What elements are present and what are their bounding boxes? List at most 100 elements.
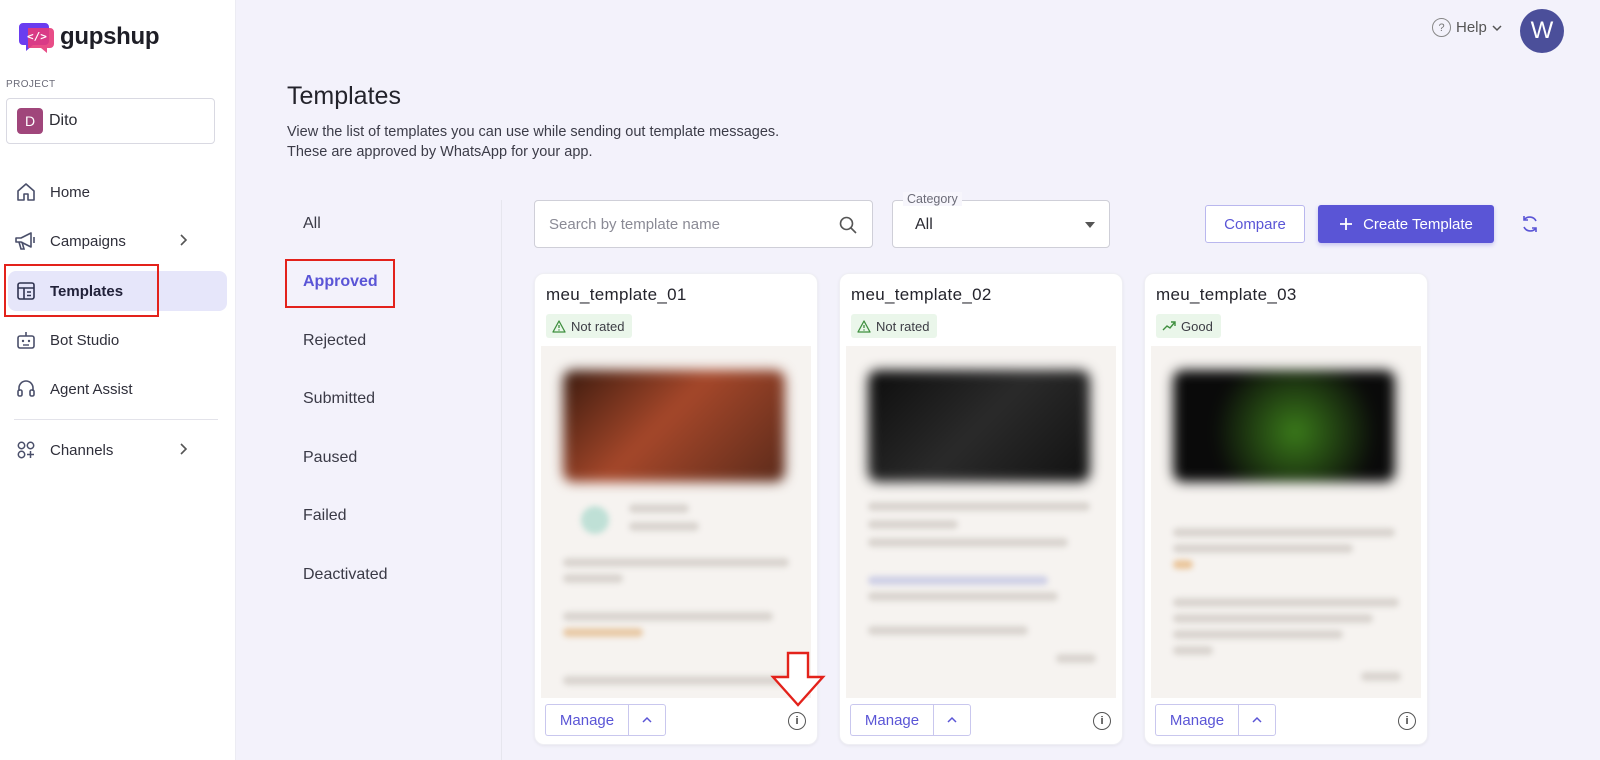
project-selector[interactable]: D Dito	[6, 98, 215, 144]
help-icon: ?	[1432, 18, 1451, 37]
preview-line	[1361, 672, 1401, 681]
preview-line	[1173, 598, 1399, 607]
preview-line	[868, 502, 1090, 511]
template-preview	[541, 346, 811, 698]
info-icon[interactable]: i	[1398, 712, 1416, 730]
annotation-highlight-templates	[4, 264, 159, 317]
template-name: meu_template_03	[1156, 285, 1297, 304]
preview-line	[563, 574, 623, 583]
template-preview	[1151, 346, 1421, 698]
user-avatar[interactable]: W	[1520, 9, 1564, 53]
template-preview	[846, 346, 1116, 698]
nav-item-home[interactable]: Home	[8, 172, 227, 212]
template-card[interactable]: meu_template_03 Good Manage i	[1144, 273, 1428, 745]
page-description: View the list of templates you can use w…	[287, 122, 779, 162]
category-select[interactable]: Category All	[892, 192, 1110, 248]
quality-rating-label: Good	[1181, 318, 1213, 334]
chevron-down-icon	[1492, 24, 1502, 31]
plus-icon	[1340, 218, 1353, 230]
status-tab-all[interactable]: All	[303, 215, 321, 233]
template-card[interactable]: meu_template_02 Not rated Manage i	[839, 273, 1123, 745]
create-template-button[interactable]: Create Template	[1318, 205, 1494, 243]
svg-text:</>: </>	[27, 30, 47, 43]
chevron-up-icon	[642, 716, 652, 723]
expand-button[interactable]	[1238, 704, 1276, 736]
preview-line	[1173, 528, 1395, 537]
preview-line	[563, 558, 789, 567]
search-input[interactable]	[549, 215, 829, 233]
project-label: PROJECT	[6, 79, 56, 90]
manage-button[interactable]: Manage	[545, 704, 628, 736]
preview-line	[563, 676, 793, 685]
home-icon	[14, 180, 38, 204]
sidebar: </> gupshup PROJECT D Dito Home Campaign…	[0, 0, 236, 760]
status-tab-failed[interactable]: Failed	[303, 507, 347, 525]
refresh-icon[interactable]	[1520, 214, 1540, 234]
nav-label-home: Home	[50, 183, 91, 201]
nav-item-channels[interactable]: Channels	[8, 430, 227, 470]
megaphone-icon	[14, 229, 38, 253]
nav-label-agent-assist: Agent Assist	[50, 380, 133, 398]
preview-line	[1173, 646, 1213, 655]
info-icon[interactable]: i	[1093, 712, 1111, 730]
expand-button[interactable]	[933, 704, 971, 736]
preview-line	[1173, 614, 1373, 623]
quality-rating-label: Not rated	[876, 318, 930, 334]
chevron-right-icon	[180, 443, 188, 455]
compare-button[interactable]: Compare	[1205, 205, 1305, 243]
chevron-right-icon	[180, 234, 188, 246]
annotation-arrow-down-icon	[770, 651, 826, 707]
preview-avatar	[581, 506, 609, 534]
annotation-highlight-approved	[285, 259, 395, 308]
channels-icon	[14, 438, 38, 462]
headset-icon	[14, 377, 38, 401]
nav-item-campaigns[interactable]: Campaigns	[8, 221, 227, 261]
nav-label-campaigns: Campaigns	[50, 232, 126, 250]
info-icon[interactable]: i	[788, 712, 806, 730]
template-name: meu_template_01	[546, 285, 687, 304]
nav-item-bot-studio[interactable]: Bot Studio	[8, 320, 227, 360]
nav-item-agent-assist[interactable]: Agent Assist	[8, 369, 227, 409]
create-template-label: Create Template	[1363, 215, 1473, 233]
quality-rating-badge: Not rated	[851, 314, 938, 338]
chevron-up-icon	[947, 716, 957, 723]
category-value: All	[915, 216, 933, 233]
preview-line	[868, 592, 1058, 601]
help-label: Help	[1456, 19, 1487, 36]
category-label: Category	[903, 192, 962, 206]
project-avatar: D	[17, 108, 43, 134]
status-tab-deactivated[interactable]: Deactivated	[303, 566, 388, 584]
search-box	[534, 200, 873, 248]
status-tab-paused[interactable]: Paused	[303, 449, 357, 467]
quality-rating-badge: Good	[1156, 314, 1221, 338]
manage-button[interactable]: Manage	[1155, 704, 1238, 736]
warning-icon	[552, 319, 566, 333]
status-divider	[501, 200, 502, 760]
warning-icon	[857, 319, 871, 333]
preview-line	[868, 576, 1048, 585]
preview-line	[868, 538, 1068, 547]
manage-button[interactable]: Manage	[850, 704, 933, 736]
quality-rating-label: Not rated	[571, 318, 625, 334]
preview-line	[868, 626, 1028, 635]
preview-line	[1056, 654, 1096, 663]
brand-name: gupshup	[60, 23, 160, 50]
status-tab-rejected[interactable]: Rejected	[303, 332, 366, 350]
gupshup-logo[interactable]: </> gupshup	[18, 20, 160, 54]
preview-line	[563, 628, 643, 637]
preview-line	[1173, 544, 1353, 553]
preview-line	[563, 612, 773, 621]
search-icon[interactable]	[838, 215, 858, 235]
page-title: Templates	[287, 82, 401, 110]
preview-line	[629, 522, 699, 531]
page-description-line-1: View the list of templates you can use w…	[287, 124, 780, 140]
template-name: meu_template_02	[851, 285, 992, 304]
expand-button[interactable]	[628, 704, 666, 736]
bot-icon	[14, 328, 38, 352]
status-tab-submitted[interactable]: Submitted	[303, 390, 375, 408]
preview-line	[1173, 630, 1343, 639]
help-menu[interactable]: ? Help	[1432, 18, 1502, 37]
chevron-up-icon	[1252, 716, 1262, 723]
preview-image	[563, 370, 785, 482]
nav-divider	[14, 419, 218, 420]
